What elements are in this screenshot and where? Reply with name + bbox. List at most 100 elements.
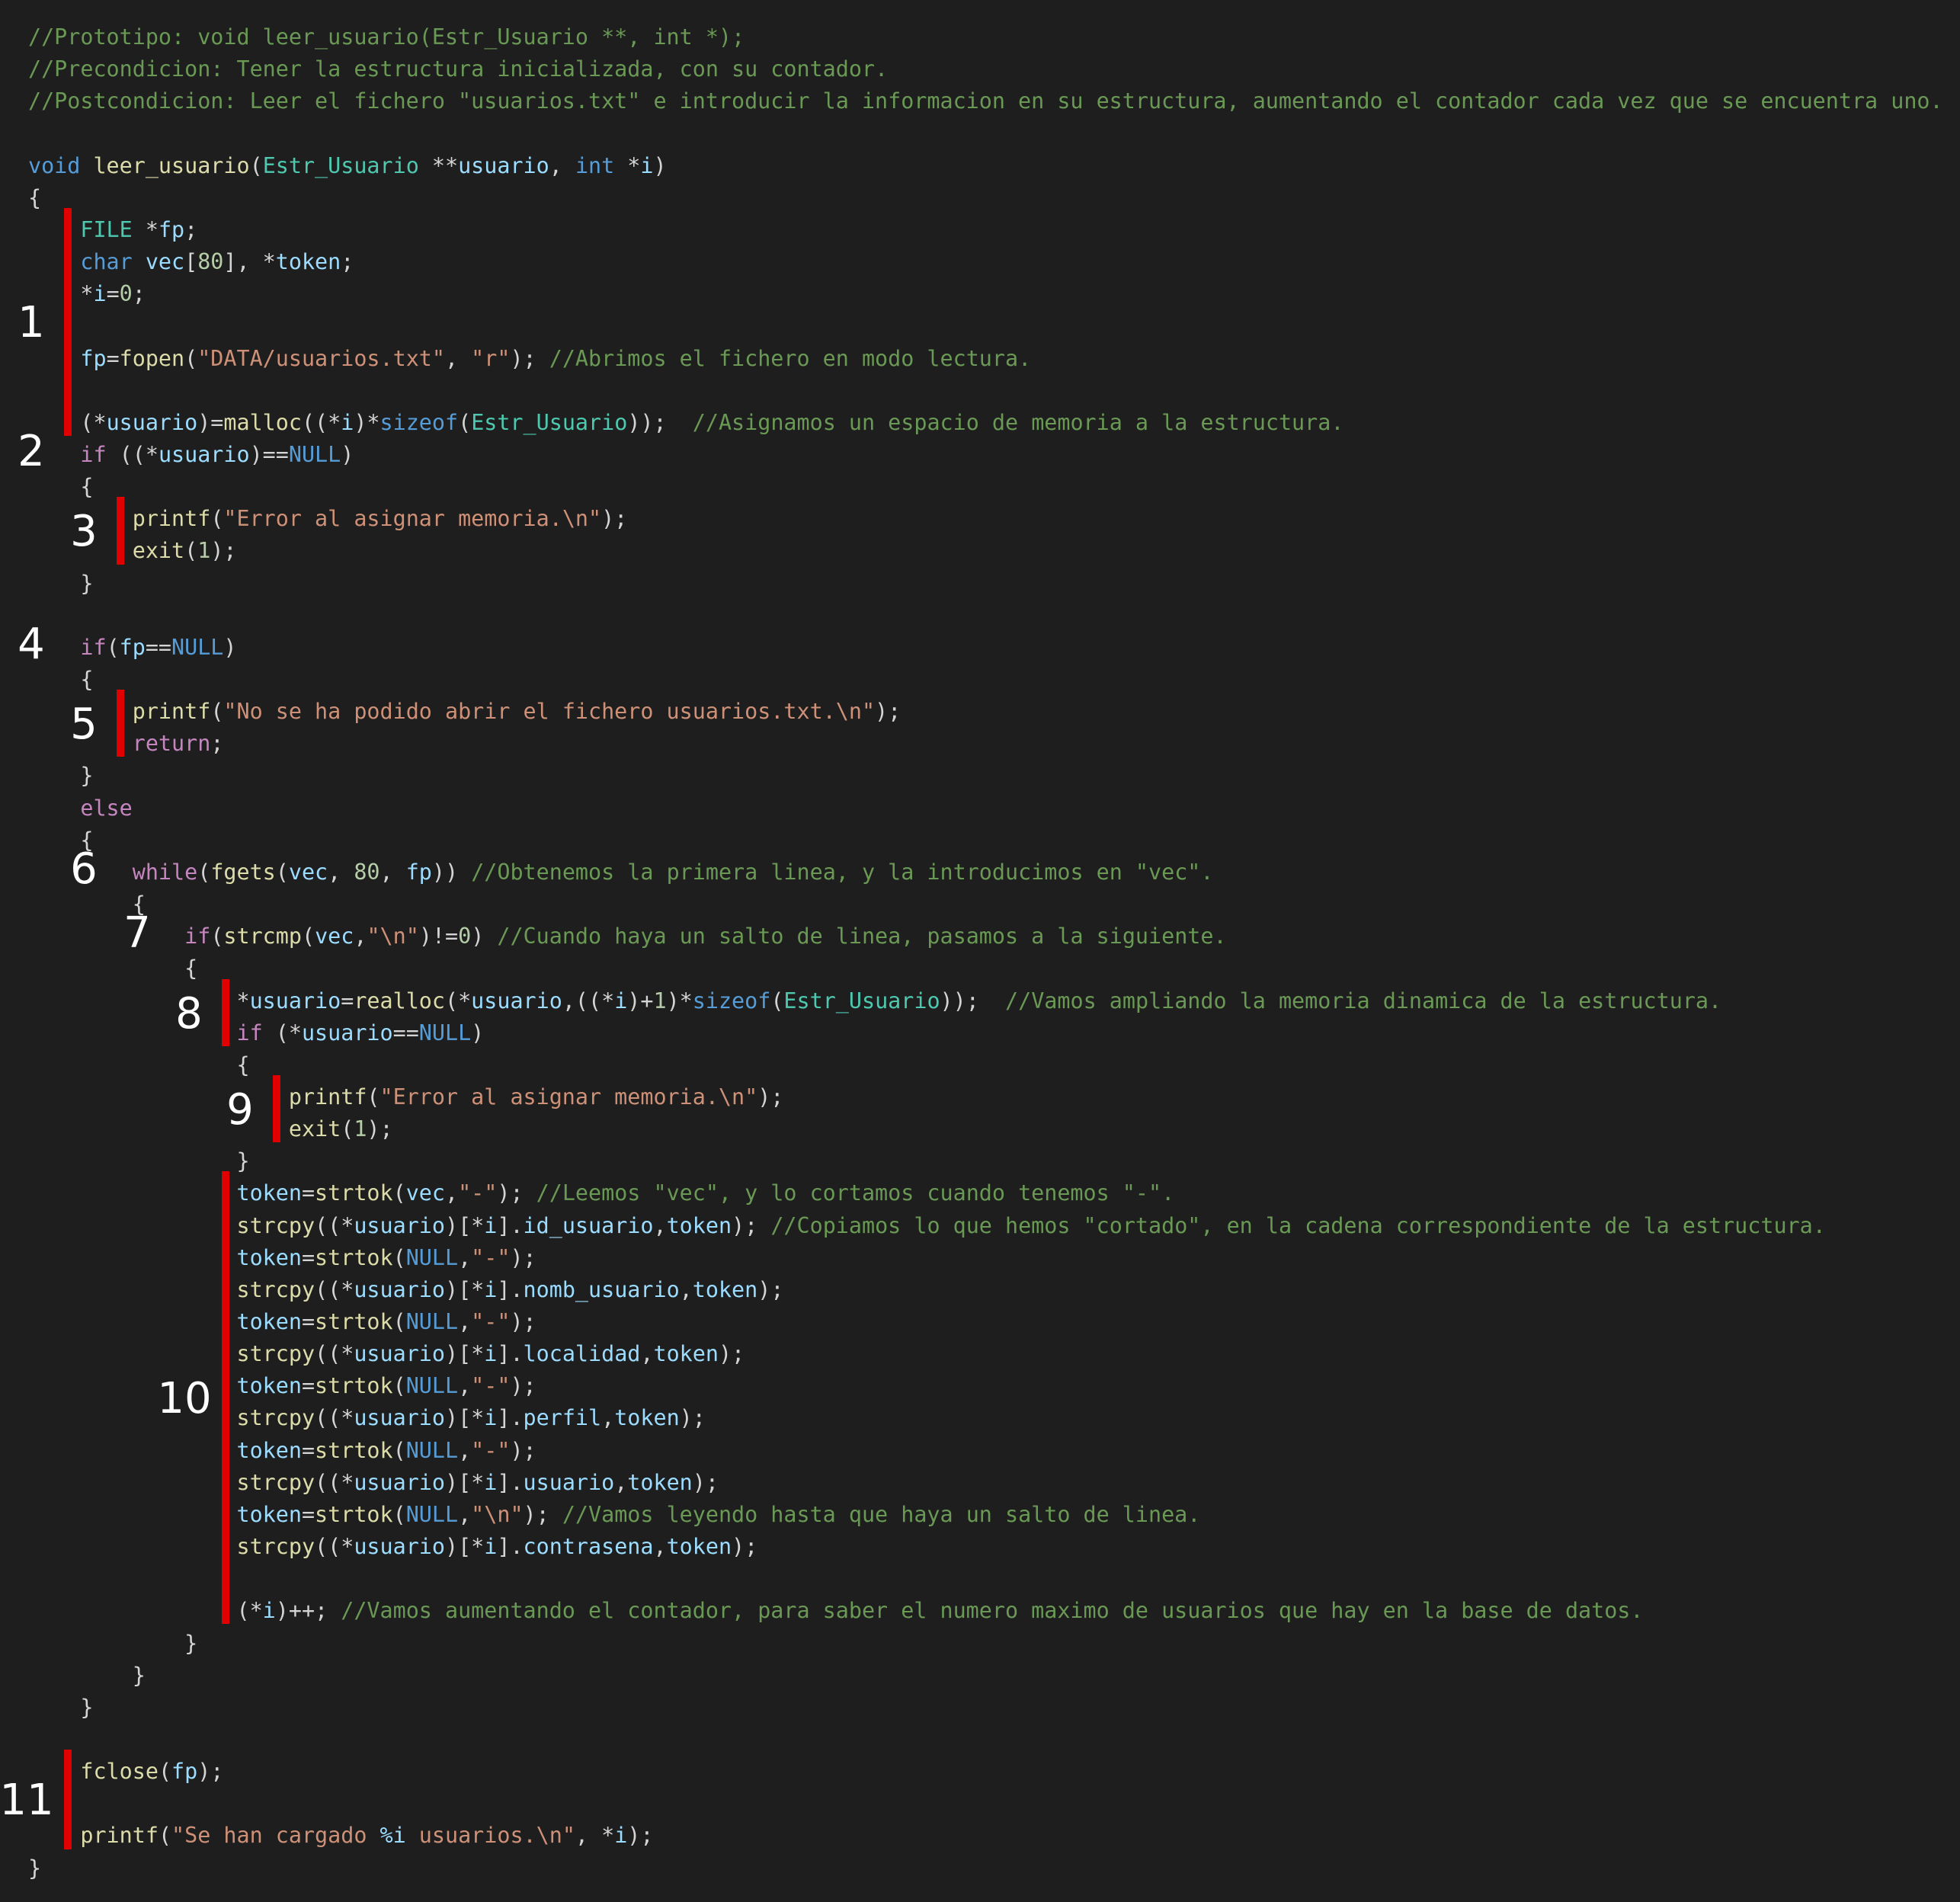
code-token-punct: )[* [444, 1405, 485, 1431]
code-token-keyword: NULL [405, 1244, 459, 1270]
code-token-punct: ((* [315, 1469, 354, 1495]
code-token-function: strtok [315, 1180, 393, 1206]
code-token-punct: ( [197, 859, 211, 885]
code-line: void leer_usuario(Estr_Usuario **usuario… [28, 150, 667, 182]
code-token-punct: ( [210, 699, 224, 725]
code-token-control: if [184, 924, 211, 949]
code-line: token=strtok(NULL,"-"); [28, 1435, 536, 1467]
code-token-punct: = [301, 1180, 315, 1206]
code-token-variable: i [614, 1823, 628, 1849]
code-token-punct: ( [367, 1084, 380, 1110]
code-token-punct [28, 249, 80, 274]
code-token-punct: ); [197, 1759, 224, 1785]
code-token-punct: )* [354, 409, 380, 435]
code-token-punct: , [458, 1244, 472, 1270]
code-token-function: strtok [315, 1501, 393, 1527]
code-token-punct: , [458, 1437, 472, 1463]
code-token-punct: ( [341, 1116, 354, 1142]
code-token-variable: usuario [471, 988, 562, 1013]
code-token-punct: , [380, 859, 406, 885]
code-token-variable: id_usuario [523, 1212, 654, 1238]
code-token-punct: ((* [301, 409, 341, 435]
code-token-variable: token [666, 1534, 732, 1560]
code-token-punct: ( [392, 1180, 406, 1206]
code-token-variable: nomb_usuario [523, 1276, 680, 1302]
code-token-function: fopen [119, 345, 185, 371]
code-token-type: FILE [80, 216, 133, 242]
code-token-punct: ]. [497, 1341, 524, 1367]
code-token-comment: //Copiamos lo que hemos "cortado", en la… [770, 1212, 1826, 1238]
code-token-function: strcpy [236, 1212, 315, 1238]
code-token-punct: ( [210, 506, 224, 532]
code-token-number: 1 [354, 1116, 367, 1142]
code-token-variable: fp [171, 1759, 198, 1785]
code-line: //Prototipo: void leer_usuario(Estr_Usua… [28, 21, 745, 53]
code-token-function: printf [132, 506, 211, 532]
code-token-function: printf [288, 1084, 367, 1110]
code-line: while(fgets(vec, 80, fp)) //Obtenemos la… [28, 857, 1214, 889]
code-token-punct: ); [757, 1084, 784, 1110]
code-token-number: 1 [197, 538, 211, 564]
code-token-punct: , [444, 345, 472, 371]
code-token-punct: )= [197, 409, 224, 435]
code-token-control: while [132, 859, 198, 885]
code-token-comment: //Leemos "vec", y lo cortamos cuando ten… [536, 1180, 1175, 1206]
code-token-punct [80, 153, 93, 178]
code-token-string: "Error al asignar memoria.\n" [223, 506, 602, 532]
code-line: { [28, 953, 197, 985]
code-token-punct: ( [158, 1823, 172, 1849]
code-token-punct: ( [770, 988, 784, 1013]
code-token-punct: ); [732, 1212, 771, 1238]
code-token-punct: , [653, 1534, 667, 1560]
code-token-punct [28, 1309, 236, 1334]
code-token-punct [28, 217, 80, 242]
code-token-variable: token [692, 1276, 758, 1302]
code-line: strcpy((*usuario)[*i].usuario,token); [28, 1467, 718, 1499]
code-token-keyword: NULL [171, 634, 224, 660]
code-token-variable: i [484, 1212, 498, 1238]
code-token-punct: ); [732, 1534, 758, 1560]
code-token-punct: } [28, 1855, 42, 1881]
code-line: exit(1); [28, 1113, 393, 1145]
code-token-punct: , [458, 1309, 472, 1334]
code-token-control: if [80, 634, 107, 660]
code-token-punct: ]. [497, 1534, 524, 1560]
code-token-variable: usuario [354, 1469, 445, 1495]
code-token-punct: )); [940, 988, 1006, 1013]
code-token-variable: usuario [106, 409, 198, 435]
code-token-punct: ]. [497, 1469, 524, 1495]
code-token-punct: ); [718, 1341, 745, 1367]
code-token-punct: ; [210, 731, 224, 757]
code-token-comment: //Vamos aumentando el contador, para sab… [341, 1598, 1644, 1624]
code-token-punct [28, 1277, 236, 1302]
code-token-punct: = [301, 1309, 315, 1334]
marker-bar-3 [117, 497, 124, 565]
code-token-punct: , [444, 1180, 459, 1206]
code-token-variable: i [484, 1469, 498, 1495]
code-line: token=strtok(NULL,"-"); [28, 1370, 536, 1402]
code-token-string: "\n" [367, 924, 419, 949]
code-token-variable: fp [405, 859, 432, 885]
code-token-function: strtok [315, 1309, 393, 1334]
code-token-punct: ) [341, 441, 354, 467]
code-token-function: strtok [315, 1437, 393, 1463]
code-token-keyword: NULL [288, 441, 341, 467]
code-token-keyword: int [575, 152, 615, 178]
code-token-control: return [132, 731, 211, 757]
code-token-string: "Se han cargado [171, 1823, 380, 1849]
code-line: printf("Error al asignar memoria.\n"); [28, 1081, 784, 1113]
code-token-variable: token [236, 1373, 302, 1399]
code-token-function: strcpy [236, 1341, 315, 1367]
code-line: if ((*usuario)==NULL) [28, 439, 354, 471]
code-token-punct: ); [601, 506, 628, 532]
code-token-punct [28, 1213, 236, 1238]
code-line: } [28, 568, 93, 600]
marker-number-7: 7 [123, 908, 151, 959]
code-token-punct: ((* [315, 1212, 354, 1238]
code-token-string: "No se ha podido abrir el fichero usuari… [223, 699, 876, 725]
code-token-function: strcpy [236, 1534, 315, 1560]
code-token-number: 1 [653, 988, 667, 1013]
code-token-variable: i [484, 1341, 498, 1367]
code-line: char vec[80], *token; [28, 246, 354, 278]
code-line: } [28, 1692, 93, 1724]
